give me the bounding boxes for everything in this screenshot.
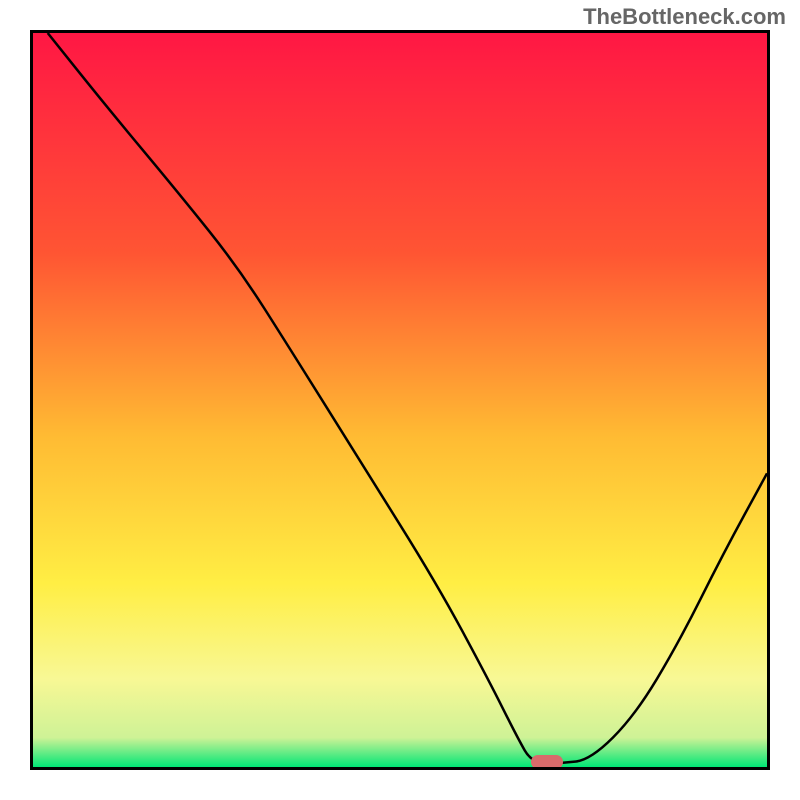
plot-area xyxy=(30,30,770,770)
optimal-marker xyxy=(531,755,563,769)
chart-container: TheBottleneck.com xyxy=(0,0,800,800)
curve-line xyxy=(33,33,767,767)
watermark-text: TheBottleneck.com xyxy=(583,4,786,30)
